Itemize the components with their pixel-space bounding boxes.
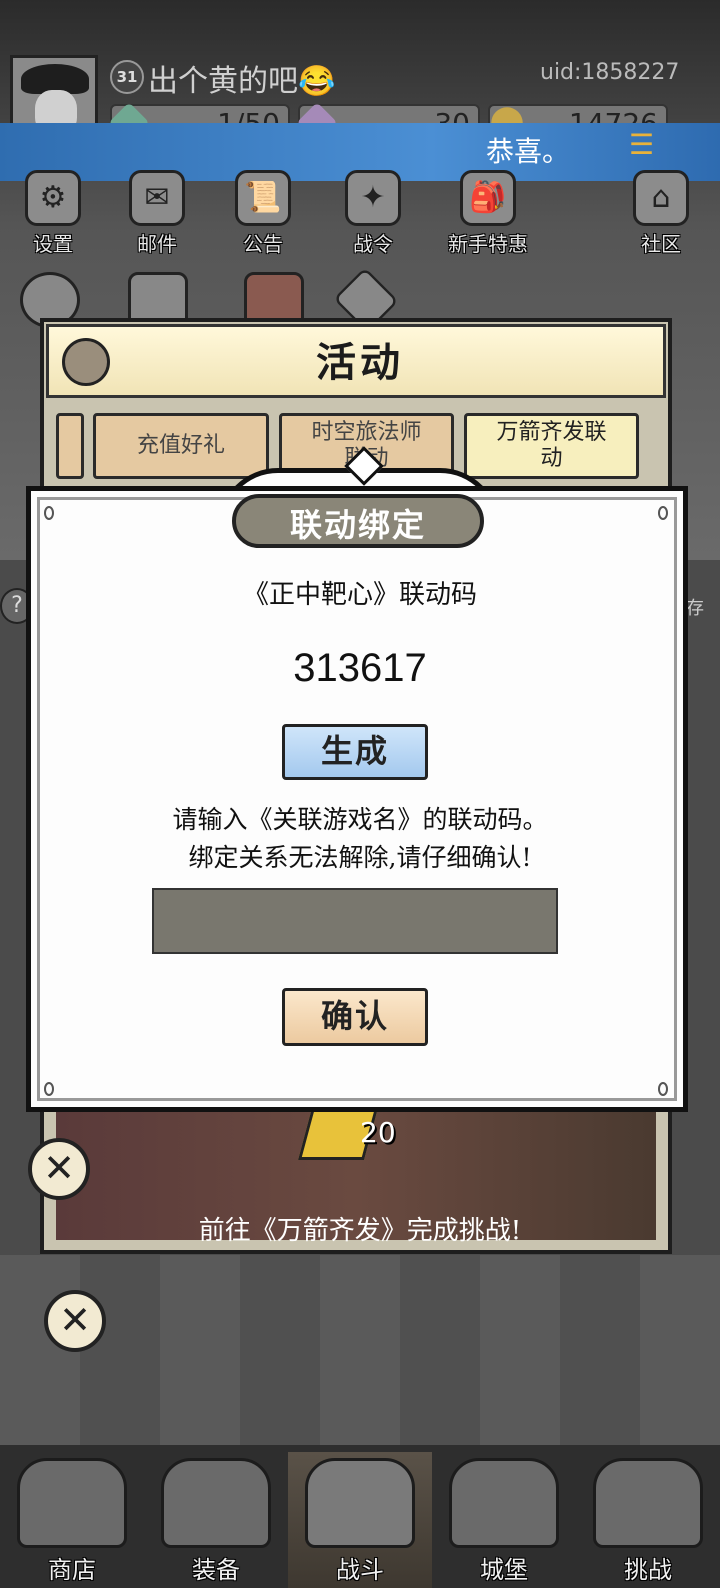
- close-icon[interactable]: ✕: [44, 1290, 106, 1352]
- notice-button[interactable]: 📜 公告: [228, 170, 298, 257]
- newbie-offer-button[interactable]: 🎒 新手特惠: [438, 170, 538, 257]
- generate-button[interactable]: 生成: [282, 724, 428, 780]
- scroll-icon: 📜: [235, 170, 291, 226]
- collab-code-label: 《正中靶心》联动码: [242, 580, 477, 610]
- battle-pass-label: 战令: [353, 232, 393, 256]
- uid-label: uid:1858227: [540, 60, 680, 85]
- gear-icon: ⚙: [25, 170, 81, 226]
- battle-pass-icon: ✦: [345, 170, 401, 226]
- newbie-offer-label: 新手特惠: [448, 232, 528, 256]
- nav-battle-label: 战斗: [336, 1556, 384, 1584]
- backpack-icon: [161, 1458, 271, 1548]
- settings-button[interactable]: ⚙ 设置: [18, 170, 88, 257]
- battle-pass-button[interactable]: ✦ 战令: [338, 170, 408, 257]
- castle-icon: [449, 1458, 559, 1548]
- community-button[interactable]: ⌂ 社区: [626, 170, 696, 257]
- home-icon: ⌂: [633, 170, 689, 226]
- close-icon[interactable]: ✕: [28, 1138, 90, 1200]
- nav-castle-label: 城堡: [480, 1556, 528, 1584]
- nav-castle[interactable]: 城堡: [432, 1452, 576, 1588]
- collab-code-input[interactable]: [152, 888, 558, 954]
- mail-label: 邮件: [137, 232, 177, 256]
- activity-description: 前往《万箭齐发》完成挑战!: [198, 1216, 522, 1242]
- nav-battle[interactable]: 战斗: [288, 1452, 432, 1588]
- activity-title: 活动: [316, 339, 404, 386]
- tab-previous[interactable]: [56, 413, 84, 479]
- community-label: 社区: [641, 232, 681, 256]
- notice-label: 公告: [243, 232, 283, 256]
- settings-label: 设置: [33, 232, 73, 256]
- mail-icon: ✉: [129, 170, 185, 226]
- reward-count: 20: [360, 1116, 396, 1149]
- screw-icon: [44, 1082, 54, 1096]
- screw-icon: [658, 506, 668, 520]
- screw-icon: [44, 506, 54, 520]
- instruction-line-1: 请输入《关联游戏名》的联动码。: [172, 805, 548, 834]
- nav-challenge[interactable]: 挑战: [576, 1452, 720, 1588]
- confirm-button[interactable]: 确认: [282, 988, 428, 1046]
- shield-icon: [593, 1458, 703, 1548]
- dialog-title: 联动绑定: [289, 506, 426, 544]
- menu-icon[interactable]: ☰: [629, 128, 654, 161]
- nav-challenge-label: 挑战: [624, 1556, 672, 1584]
- gift-bag-icon: 🎒: [460, 170, 516, 226]
- banner-text: 恭喜。: [485, 135, 570, 168]
- nav-shop-label: 商店: [48, 1556, 96, 1584]
- crossed-swords-icon: [305, 1458, 415, 1548]
- tab-recharge-gift[interactable]: 充值好礼: [93, 413, 269, 479]
- screw-icon: [658, 1082, 668, 1096]
- nav-equipment[interactable]: 装备: [144, 1452, 288, 1588]
- nav-shop[interactable]: 商店: [0, 1452, 144, 1588]
- instruction-line-2: 绑定关系无法解除,请仔细确认!: [188, 843, 532, 872]
- level-badge: 31: [110, 60, 144, 94]
- player-name: 出个黄的吧😂: [148, 64, 336, 99]
- tab-arrow-storm-collab[interactable]: 万箭齐发联动: [464, 413, 639, 479]
- nav-equipment-label: 装备: [192, 1556, 240, 1584]
- shop-icon: [17, 1458, 127, 1548]
- background-floor: [0, 1255, 720, 1445]
- mail-button[interactable]: ✉ 邮件: [122, 170, 192, 257]
- collab-code-value: 313617: [293, 646, 427, 690]
